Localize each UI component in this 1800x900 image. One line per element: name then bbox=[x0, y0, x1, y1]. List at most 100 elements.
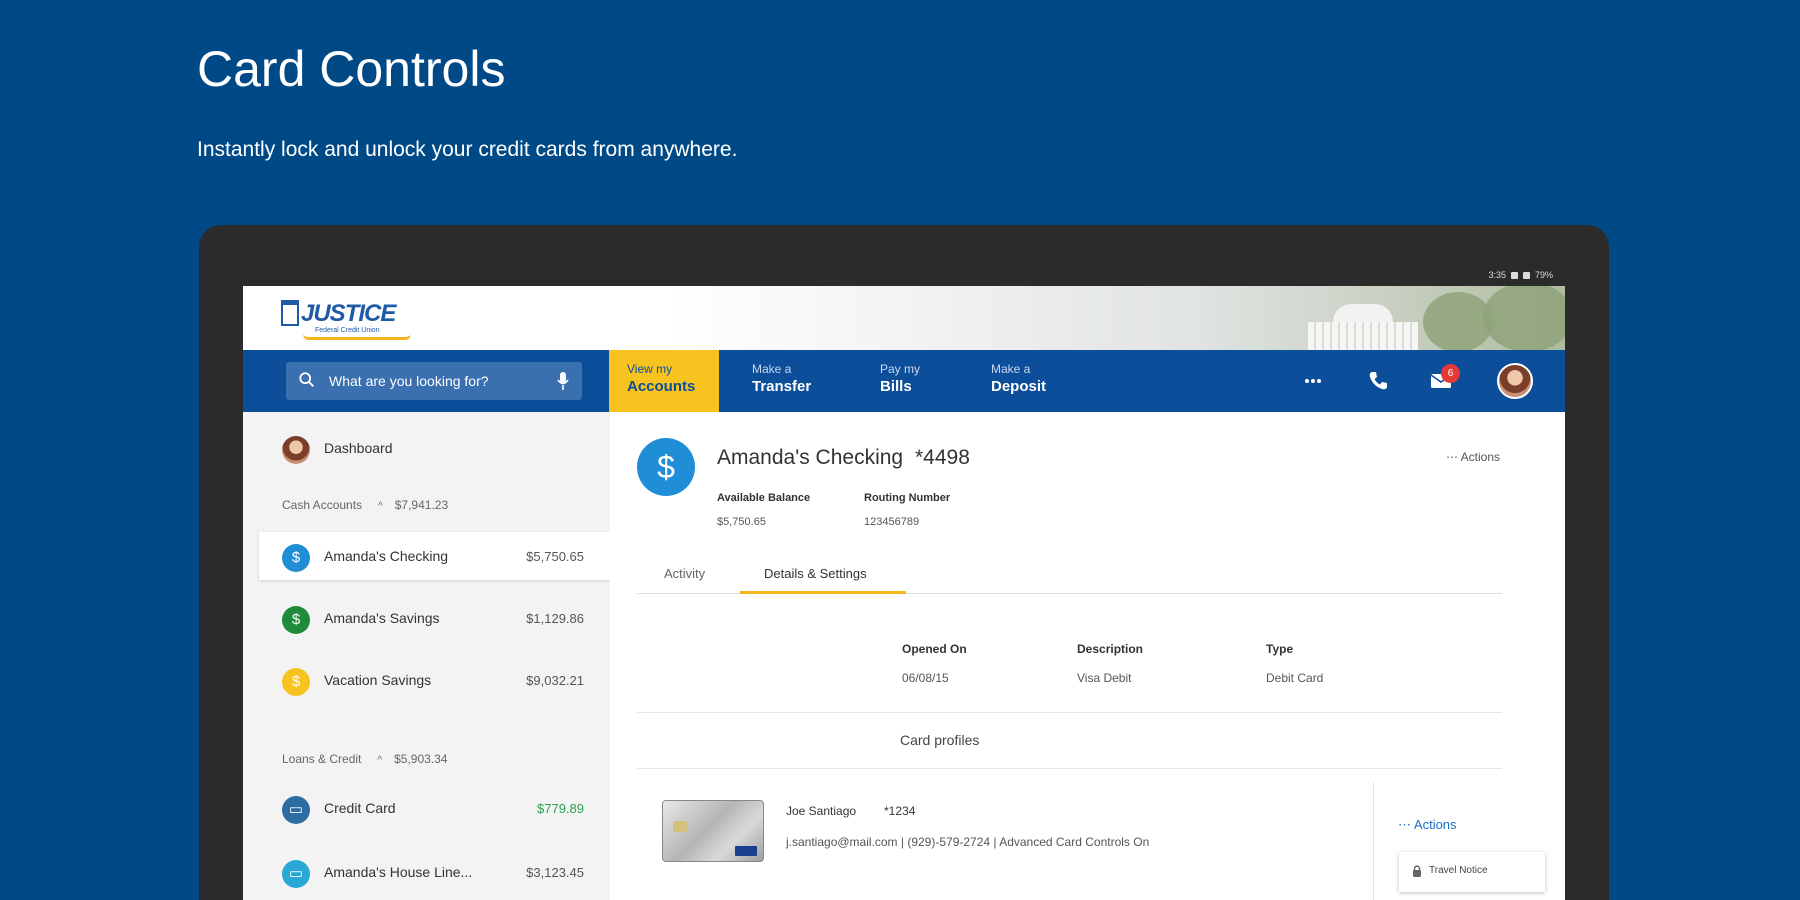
airplane-icon bbox=[1413, 865, 1421, 877]
routing-number-value: 123456789 bbox=[864, 516, 920, 528]
more-icon: ⋯ bbox=[1445, 450, 1461, 464]
sidebar-section-cash-accounts[interactable]: Cash Accounts ^ $7,941.23 bbox=[282, 498, 448, 512]
section-total: $5,903.34 bbox=[394, 752, 448, 766]
microphone-icon[interactable] bbox=[556, 371, 570, 391]
sidebar-item-amount: $1,129.86 bbox=[526, 611, 584, 626]
battery-level: 79% bbox=[1534, 270, 1553, 280]
promo-title: Card Controls bbox=[197, 41, 506, 97]
app-header: JUSTICE Federal Credit Union bbox=[243, 286, 1565, 350]
logo-pillar-icon bbox=[281, 300, 299, 326]
logo-subtext: Federal Credit Union bbox=[315, 327, 380, 334]
description-label: Description bbox=[1077, 642, 1144, 656]
phone-icon[interactable] bbox=[1365, 368, 1391, 394]
available-balance-label: Available Balance bbox=[717, 492, 811, 504]
nav-item-caption: Make a bbox=[991, 362, 1031, 376]
menu-item-travel-notice[interactable]: Travel Notice bbox=[1429, 865, 1488, 876]
card-profiles-title: Card profiles bbox=[900, 732, 980, 748]
sidebar: Dashboard Cash Accounts ^ $7,941.23 $ Aman… bbox=[243, 412, 610, 900]
dollar-icon: $ bbox=[282, 606, 310, 634]
nav-make-deposit[interactable]: Make a Deposit bbox=[991, 350, 1091, 412]
dollar-icon: $ bbox=[637, 438, 695, 496]
search-placeholder: What are you looking for? bbox=[329, 373, 489, 389]
account-name: Amanda's Checking bbox=[717, 446, 904, 469]
debit-card-image bbox=[662, 800, 764, 862]
logo[interactable]: JUSTICE Federal Credit Union bbox=[281, 298, 421, 340]
divider bbox=[637, 768, 1502, 769]
type-value: Debit Card bbox=[1266, 671, 1324, 685]
sidebar-item-label: Vacation Savings bbox=[324, 672, 432, 688]
nav-item-caption: Make a bbox=[752, 362, 792, 376]
sidebar-item-account[interactable]: $ Amanda's Checking $5,750.65 bbox=[259, 532, 610, 580]
nav-view-accounts[interactable]: View my Accounts bbox=[609, 350, 719, 412]
chevron-up-icon: ^ bbox=[377, 755, 383, 766]
nav-item-label: Bills bbox=[880, 378, 912, 395]
wifi-icon bbox=[1510, 271, 1518, 279]
dollar-icon: $ bbox=[282, 544, 310, 572]
sidebar-item-amount: $779.89 bbox=[537, 801, 584, 816]
section-label: Cash Accounts bbox=[282, 498, 363, 512]
type-label: Type bbox=[1266, 642, 1294, 656]
sidebar-item-account[interactable]: $ Vacation Savings $9,032.21 bbox=[243, 656, 610, 704]
card-chip-icon bbox=[673, 821, 687, 832]
search-input[interactable]: What are you looking for? bbox=[286, 362, 582, 400]
sidebar-item-amount: $5,750.65 bbox=[526, 549, 584, 564]
notification-badge: 6 bbox=[1441, 364, 1460, 383]
card-actions-menu: Travel Notice bbox=[1399, 852, 1545, 892]
status-bar: 3:35 79% bbox=[1488, 270, 1553, 280]
more-icon: ⋯ bbox=[1398, 817, 1414, 832]
search-icon bbox=[299, 372, 315, 388]
routing-number-label: Routing Number bbox=[864, 492, 951, 504]
main-nav: What are you looking for? View my Accoun… bbox=[243, 350, 1565, 412]
sidebar-item-account[interactable]: $ Amanda's Savings $1,129.86 bbox=[243, 594, 610, 642]
dollar-icon: $ bbox=[282, 668, 310, 696]
actions-label: Actions bbox=[1460, 450, 1500, 464]
card-holder-number: *1234 bbox=[884, 804, 916, 818]
tree-image bbox=[1483, 286, 1565, 350]
sidebar-item-loan[interactable]: ▭ Credit Card $779.89 bbox=[243, 784, 610, 832]
app-screen: JUSTICE Federal Credit Union What are yo… bbox=[243, 286, 1565, 900]
divider bbox=[637, 712, 1502, 713]
promo-subtitle: Instantly lock and unlock your credit ca… bbox=[197, 138, 738, 161]
sidebar-section-loans-credit[interactable]: Loans & Credit ^ $5,903.34 bbox=[282, 752, 447, 766]
nav-item-caption: Pay my bbox=[880, 362, 921, 376]
nav-pay-bills[interactable]: Pay my Bills bbox=[880, 350, 970, 412]
nav-make-transfer[interactable]: Make a Transfer bbox=[752, 350, 852, 412]
monument-image bbox=[1308, 304, 1418, 350]
sidebar-item-amount: $9,032.21 bbox=[526, 673, 584, 688]
sidebar-item-label: Amanda's Savings bbox=[324, 610, 440, 626]
section-label: Loans & Credit bbox=[282, 752, 362, 766]
sidebar-item-label: Dashboard bbox=[324, 440, 393, 456]
tab-details-settings[interactable]: Details & Settings bbox=[764, 566, 867, 581]
sidebar-item-label: Amanda's Checking bbox=[324, 548, 449, 564]
sidebar-item-label: Amanda's House Line... bbox=[324, 864, 473, 880]
actions-label: Actions bbox=[1413, 817, 1457, 832]
account-tabs: Activity Details & Settings bbox=[637, 552, 1502, 594]
divider bbox=[1373, 782, 1374, 900]
section-total: $7,941.23 bbox=[394, 498, 449, 512]
tab-activity[interactable]: Activity bbox=[664, 566, 705, 581]
account-number: *4498 bbox=[915, 446, 970, 469]
account-actions-button[interactable]: ⋯ Actions bbox=[1446, 450, 1500, 464]
opened-on-label: Opened On bbox=[902, 642, 967, 656]
logo-swoosh bbox=[303, 334, 411, 340]
sidebar-item-loan[interactable]: ▭ Amanda's House Line... $3,123.45 bbox=[243, 848, 610, 896]
card-holder-name: Joe Santiago bbox=[786, 804, 857, 818]
nav-item-label: Deposit bbox=[991, 378, 1047, 395]
credit-card-icon: ▭ bbox=[282, 796, 310, 824]
opened-on-value: 06/08/15 bbox=[902, 671, 949, 685]
logo-text: JUSTICE bbox=[301, 300, 396, 327]
user-avatar[interactable] bbox=[1497, 363, 1533, 399]
house-icon: ▭ bbox=[282, 860, 310, 888]
dashboard-avatar bbox=[282, 436, 310, 464]
sidebar-item-amount: $3,123.45 bbox=[526, 865, 584, 880]
nav-item-label: Accounts bbox=[627, 378, 696, 395]
more-icon[interactable] bbox=[1300, 368, 1326, 394]
sidebar-item-label: Credit Card bbox=[324, 800, 396, 816]
nav-item-label: Transfer bbox=[752, 378, 812, 395]
signal-icon bbox=[1522, 271, 1530, 279]
visa-logo bbox=[735, 846, 757, 856]
sidebar-item-dashboard[interactable]: Dashboard bbox=[243, 424, 610, 472]
chevron-up-icon: ^ bbox=[378, 501, 383, 512]
card-actions-button[interactable]: ⋯ Actions bbox=[1398, 817, 1457, 833]
description-value: Visa Debit bbox=[1077, 671, 1132, 685]
